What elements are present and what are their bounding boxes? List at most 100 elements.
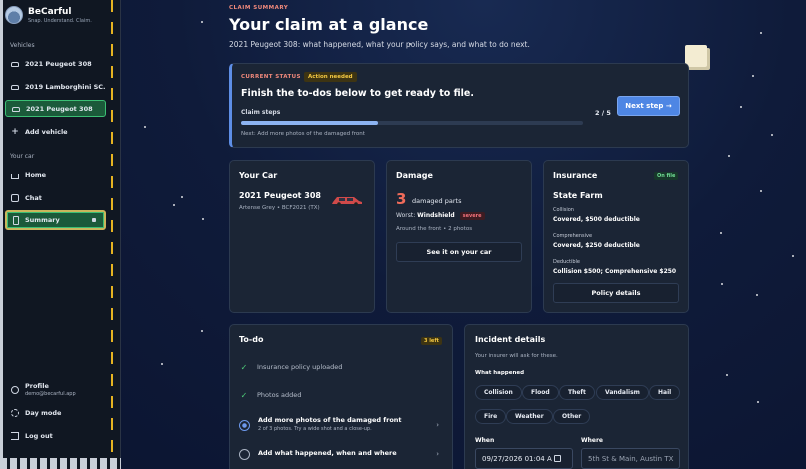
brand[interactable]: BeCarful Snap. Understand. Claim.: [5, 6, 92, 24]
page-eyebrow: CLAIM SUMMARY: [229, 5, 289, 11]
user-icon: [11, 386, 19, 394]
sidebar-item-home[interactable]: Home: [5, 166, 106, 183]
progress-bar: [241, 121, 583, 125]
chevron-right-icon: ›: [436, 421, 439, 429]
brand-tagline: Snap. Understand. Claim.: [28, 17, 92, 24]
see-on-car-button[interactable]: See it on your car: [396, 242, 522, 262]
nav-label: Chat: [25, 193, 42, 202]
incident-subtitle: Your insurer will ask for these.: [475, 353, 558, 359]
damage-location: Around the front • 2 photos: [396, 226, 473, 232]
option-chip-hail[interactable]: Hail: [649, 385, 681, 400]
when-value: 09/27/2026 01:04 A: [482, 454, 552, 463]
your-car-label: Your car: [10, 153, 35, 160]
todo-item[interactable]: Add what happened, when and where ›: [239, 449, 447, 460]
coverage-value: Covered, $250 deductible: [553, 242, 640, 249]
todo-item[interactable]: ✓ Photos added: [239, 391, 447, 400]
vehicle-item-2[interactable]: 2019 Lamborghini SC...: [5, 78, 106, 95]
car-icon: [332, 197, 362, 206]
where-label: Where: [581, 437, 603, 444]
damage-card-title: Damage: [396, 171, 433, 180]
logout-label: Log out: [25, 431, 53, 440]
damage-count: 3: [396, 190, 407, 208]
steps-count: 2 / 5: [595, 109, 611, 117]
when-label: When: [475, 437, 495, 444]
steps-label: Claim steps: [241, 109, 281, 116]
todo-count-badge: 3 left: [421, 337, 442, 345]
status-label: CURRENT STATUS: [241, 74, 301, 80]
status-card: CURRENT STATUS Action needed Finish the …: [229, 63, 689, 148]
vehicle-item-1[interactable]: 2021 Peugeot 308: [5, 55, 106, 72]
calendar-icon[interactable]: [553, 455, 561, 462]
option-chip-flood[interactable]: Flood: [522, 385, 559, 400]
todo-label: Add more photos of the damaged front: [258, 416, 402, 424]
vehicles-label: Vehicles: [10, 42, 35, 49]
todo-card: To-do 3 left ✓ Insurance policy uploaded…: [229, 324, 453, 469]
road-edge: [0, 0, 3, 469]
option-chip-vandalism[interactable]: Vandalism: [596, 385, 649, 400]
car-name: 2021 Peugeot 308: [239, 191, 321, 200]
option-chip-collision[interactable]: Collision: [475, 385, 522, 400]
logo-icon: [5, 6, 23, 24]
vehicle-item-3[interactable]: 2021 Peugeot 308: [5, 100, 106, 117]
vehicle-label: 2021 Peugeot 308: [26, 104, 93, 113]
insurance-card-title: Insurance: [553, 171, 598, 180]
profile-email: demo@becarful.app: [25, 391, 76, 397]
home-icon: [11, 173, 19, 179]
sun-icon: [11, 408, 19, 417]
add-vehicle-button[interactable]: + Add vehicle: [5, 123, 106, 140]
chat-icon: [11, 193, 19, 202]
sidebar-item-chat[interactable]: Chat: [5, 189, 106, 206]
road-lane-line: [111, 0, 113, 469]
status-badge: Action needed: [304, 72, 357, 82]
where-input[interactable]: 5th St & Main, Austin TX: [581, 448, 680, 469]
car-icon: [11, 85, 19, 90]
profile-label: Profile: [25, 382, 49, 390]
current-step-icon: [239, 420, 250, 431]
damage-card: Damage 3 damaged parts Worst: Windshield…: [386, 160, 532, 313]
car-card: Your Car 2021 Peugeot 308 Artense Grey •…: [229, 160, 375, 313]
nav-label: Summary: [25, 216, 60, 224]
road-crosswalk: [0, 458, 121, 469]
policy-details-button[interactable]: Policy details: [553, 283, 679, 303]
coverage-value: Collision $500; Comprehensive $250: [553, 268, 677, 275]
option-chip-theft[interactable]: Theft: [559, 385, 595, 400]
option-chip-fire[interactable]: Fire: [475, 409, 507, 424]
on-file-badge: On file: [654, 172, 679, 180]
sidebar-item-profile[interactable]: Profile demo@becarful.app: [5, 379, 106, 401]
day-mode-toggle[interactable]: Day mode: [5, 404, 106, 421]
document-icon: [13, 215, 19, 225]
option-chip-other[interactable]: Other: [553, 409, 591, 424]
logout-button[interactable]: Log out: [5, 427, 106, 444]
coverage-label: Deductible: [553, 259, 581, 265]
chevron-right-icon: ›: [436, 450, 439, 458]
todo-label: Photos added: [257, 391, 302, 399]
coverage-value: Covered, $500 deductible: [553, 216, 640, 223]
damage-parts-label: damaged parts: [412, 197, 462, 205]
car-icon: [12, 107, 20, 112]
severity-badge: severe: [459, 212, 485, 220]
nav-label: Home: [25, 170, 47, 179]
what-happened-label: What happened: [475, 370, 525, 376]
todo-item[interactable]: ✓ Insurance policy uploaded: [239, 363, 447, 372]
worst-label: Worst:: [396, 212, 416, 219]
day-mode-label: Day mode: [25, 408, 62, 417]
lock-icon: [92, 218, 96, 222]
incident-card: Incident details Your insurer will ask f…: [464, 324, 689, 469]
todo-label: Insurance policy uploaded: [257, 363, 343, 371]
next-step-button[interactable]: Next step →: [617, 96, 680, 116]
page-title: Your claim at a glance: [229, 15, 429, 34]
empty-step-icon: [239, 449, 250, 460]
next-step-text: Next: Add more photos of the damaged fro…: [241, 131, 365, 137]
add-vehicle-label: Add vehicle: [25, 127, 68, 136]
when-input[interactable]: 09/27/2026 01:04 A: [475, 448, 573, 469]
car-icon: [11, 62, 19, 67]
option-chip-weather[interactable]: Weather: [506, 409, 553, 424]
logout-icon: [11, 431, 19, 440]
insurer-name: State Farm: [553, 191, 603, 200]
todo-label: Add what happened, when and where: [258, 449, 397, 457]
sidebar-item-summary[interactable]: Summary: [5, 210, 106, 230]
todo-item[interactable]: Add more photos of the damaged front 2 o…: [239, 416, 447, 432]
worst-part: Windshield: [417, 212, 455, 219]
brand-name: BeCarful: [28, 6, 72, 17]
vehicle-label: 2019 Lamborghini SC...: [25, 82, 106, 91]
